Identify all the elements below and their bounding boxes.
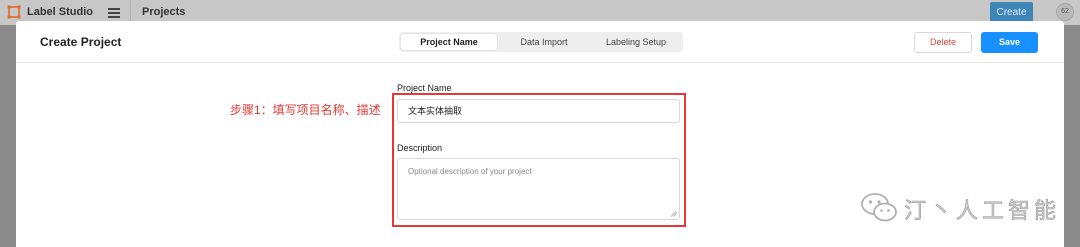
overlay-right <box>1064 25 1080 247</box>
tab-labeling-setup[interactable]: Labeling Setup <box>591 34 681 50</box>
step-tabs: Project Name Data Import Labeling Setup <box>399 32 683 52</box>
delete-button[interactable]: Delete <box>914 32 972 53</box>
save-button[interactable]: Save <box>981 32 1038 53</box>
label-studio-logo-icon <box>7 5 21 19</box>
project-name-label: Project Name <box>397 83 452 93</box>
create-project-modal: Create Project Project Name Data Import … <box>16 21 1064 247</box>
hamburger-menu-icon[interactable] <box>108 8 120 18</box>
tab-project-name[interactable]: Project Name <box>401 34 497 50</box>
highlight-box <box>392 93 686 227</box>
app-name: Label Studio <box>27 6 93 18</box>
tab-data-import[interactable]: Data Import <box>499 34 589 50</box>
avatar[interactable]: 62 <box>1056 3 1074 21</box>
overlay-left <box>0 25 16 247</box>
watermark: 汀丶人工智能 <box>860 189 1060 225</box>
watermark-text: 汀丶人工智能 <box>904 198 1061 224</box>
wechat-icon <box>861 193 897 222</box>
breadcrumb[interactable]: Projects <box>142 6 185 18</box>
create-button[interactable]: Create <box>990 2 1033 23</box>
step-annotation: 步骤1：填写项目名称、描述 <box>230 103 381 117</box>
modal-header: Create Project Project Name Data Import … <box>16 21 1064 63</box>
modal-title: Create Project <box>40 35 122 49</box>
